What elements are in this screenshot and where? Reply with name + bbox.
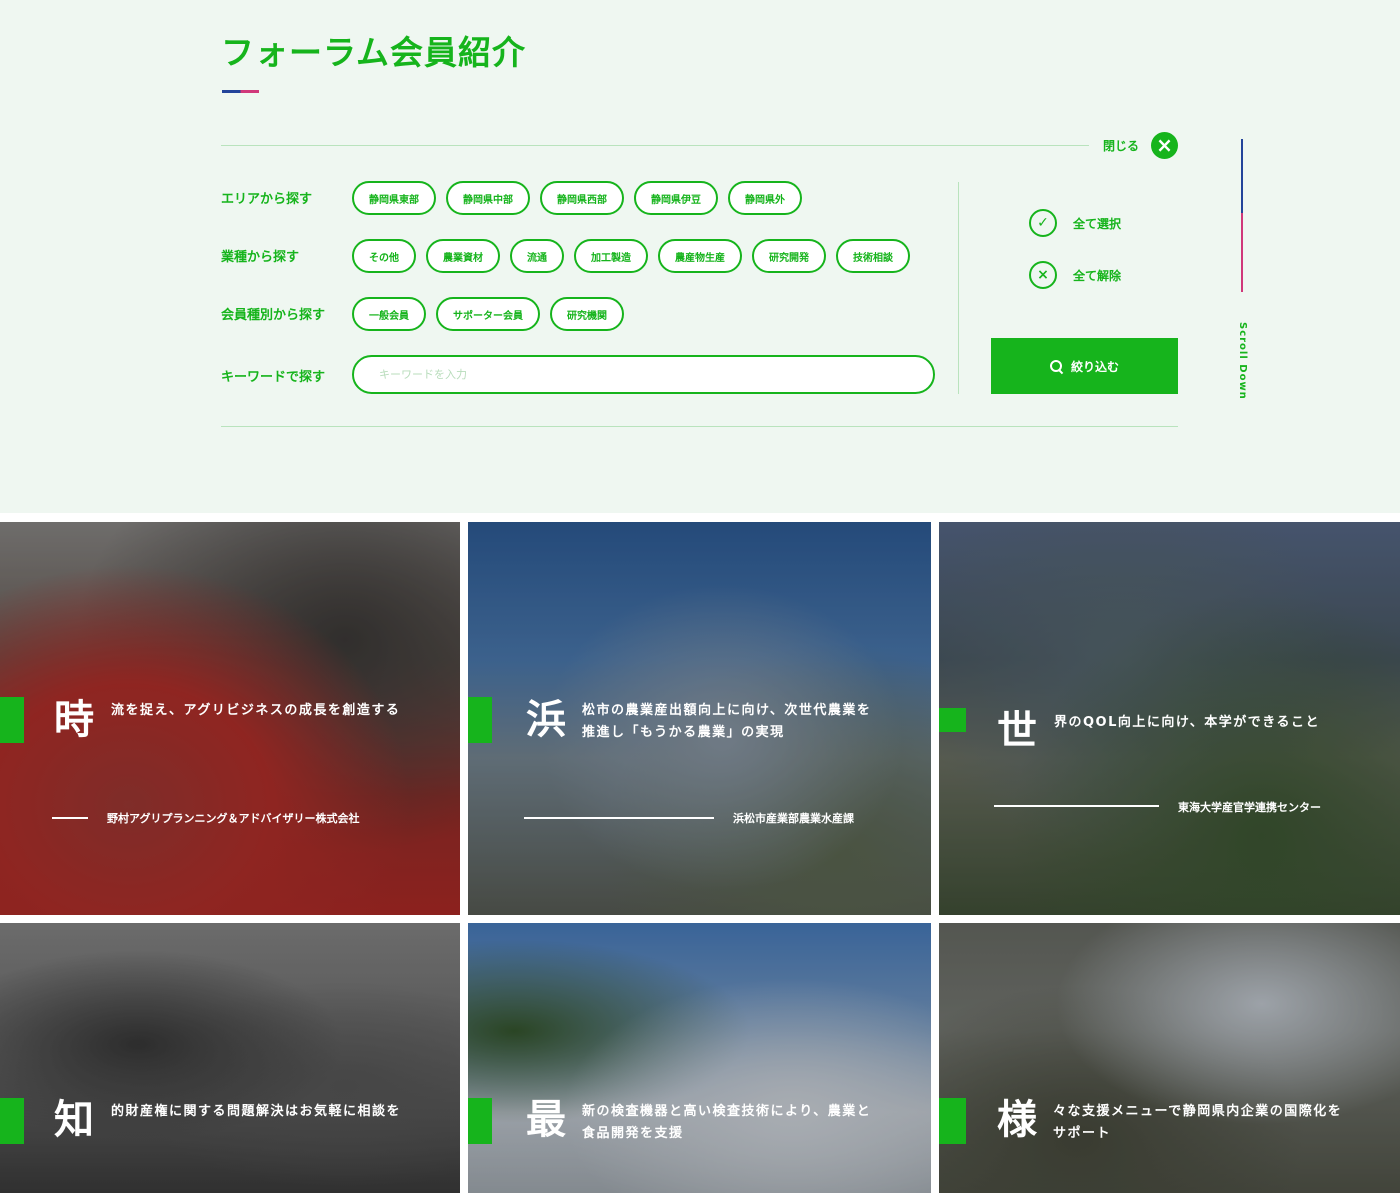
industry-filter-chips: その他 農業資材 流通 加工製造 農産物生産 研究開発 技術相談: [352, 239, 910, 273]
scroll-indicator-line-pink: [1241, 213, 1243, 292]
card-org-line: [994, 805, 1159, 807]
industry-filter-label: 業種から探す: [221, 250, 300, 265]
card-accent-bar: [468, 1098, 492, 1144]
clear-all-button[interactable]: × 全て解除: [1029, 261, 1121, 289]
chip-industry-research[interactable]: 研究開発: [752, 239, 826, 273]
area-filter-chips: 静岡県東部 静岡県中部 静岡県西部 静岡県伊豆 静岡県外: [352, 181, 802, 215]
filter-bottom-rule: [221, 426, 1178, 427]
card-catchphrase: 流を捉え、アグリビジネスの成長を創造する: [111, 703, 401, 718]
card-initial: 浜: [526, 697, 566, 743]
filter-top-rule: [221, 145, 1089, 146]
chip-area-east[interactable]: 静岡県東部: [352, 181, 436, 215]
clear-all-label: 全て解除: [1073, 268, 1122, 283]
card-catchphrase: 界のQOL向上に向け、本学ができること: [1054, 715, 1320, 730]
keyword-filter-label: キーワードで探す: [221, 370, 326, 385]
close-icon[interactable]: ×: [1151, 132, 1178, 159]
card-initial: 様: [997, 1097, 1037, 1143]
card-org-line: [52, 817, 88, 819]
chip-industry-production[interactable]: 農産物生産: [658, 239, 742, 273]
card-catchphrase: 松市の農業産出額向上に向け、次世代農業を推進し「もうかる農業」の実現: [582, 703, 872, 740]
chip-area-izu[interactable]: 静岡県伊豆: [634, 181, 718, 215]
chip-industry-consulting[interactable]: 技術相談: [836, 239, 910, 273]
card-organization: 東海大学産官学連携センター: [1178, 801, 1321, 814]
page-title: フォーラム会員紹介: [221, 33, 527, 72]
chip-industry-other[interactable]: その他: [352, 239, 416, 273]
member-filter-section: フォーラム会員紹介 閉じる × エリアから探す 静岡県東部 静岡県中部 静岡県西…: [0, 0, 1400, 513]
card-accent-bar: [939, 708, 966, 732]
filter-submit-button[interactable]: 絞り込む: [991, 338, 1178, 394]
chip-area-outside[interactable]: 静岡県外: [728, 181, 802, 215]
card-accent-bar: [468, 697, 492, 743]
chip-member-supporter[interactable]: サポーター会員: [436, 297, 540, 331]
area-filter-label: エリアから探す: [221, 192, 313, 207]
chip-industry-distribution[interactable]: 流通: [510, 239, 564, 273]
member-card[interactable]: 時 流を捉え、アグリビジネスの成長を創造する 野村アグリプランニング＆アドバイザ…: [0, 522, 460, 915]
card-catchphrase: 々な支援メニューで静岡県内企業の国際化をサポート: [1053, 1104, 1343, 1141]
close-label[interactable]: 閉じる: [1103, 137, 1139, 154]
chip-industry-processing[interactable]: 加工製造: [574, 239, 648, 273]
member-type-filter-label: 会員種別から探す: [221, 308, 326, 323]
chip-industry-materials[interactable]: 農業資材: [426, 239, 500, 273]
select-all-button[interactable]: ✓ 全て選択: [1029, 209, 1121, 237]
card-initial: 最: [526, 1097, 566, 1143]
filter-submit-label: 絞り込む: [1070, 359, 1119, 374]
card-organization: 野村アグリプランニング＆アドバイザリー株式会社: [107, 812, 360, 825]
member-card[interactable]: 知 的財産権に関する問題解決はお気軽に相談を: [0, 923, 460, 1193]
card-accent-bar: [0, 697, 24, 743]
check-icon: ✓: [1029, 209, 1057, 237]
card-organization: 浜松市産業部農業水産課: [733, 812, 854, 825]
search-icon: [1049, 359, 1063, 373]
member-card[interactable]: 最 新の検査機器と高い検査技術により、農業と食品開発を支援: [468, 923, 931, 1193]
scroll-indicator-line-blue: [1241, 139, 1243, 213]
member-type-filter-chips: 一般会員 サポーター会員 研究機関: [352, 297, 624, 331]
x-icon: ×: [1029, 261, 1057, 289]
card-org-line: [524, 817, 714, 819]
member-card[interactable]: 世 界のQOL向上に向け、本学ができること 東海大学産官学連携センター: [939, 522, 1400, 915]
scroll-down-label: Scroll Down: [1237, 322, 1248, 400]
card-catchphrase: 新の検査機器と高い検査技術により、農業と食品開発を支援: [582, 1104, 872, 1141]
chip-member-institution[interactable]: 研究機関: [550, 297, 624, 331]
card-accent-bar: [939, 1098, 966, 1144]
card-catchphrase: 的財産権に関する問題解決はお気軽に相談を: [111, 1104, 402, 1119]
card-initial: 知: [54, 1097, 94, 1143]
member-card[interactable]: 様 々な支援メニューで静岡県内企業の国際化をサポート: [939, 923, 1400, 1193]
chip-area-west[interactable]: 静岡県西部: [540, 181, 624, 215]
filter-vertical-divider: [958, 182, 959, 394]
title-underline: [222, 90, 259, 93]
select-all-label: 全て選択: [1073, 216, 1122, 231]
member-card[interactable]: 浜 松市の農業産出額向上に向け、次世代農業を推進し「もうかる農業」の実現 浜松市…: [468, 522, 931, 915]
chip-member-general[interactable]: 一般会員: [352, 297, 426, 331]
keyword-input[interactable]: [352, 355, 935, 394]
chip-area-central[interactable]: 静岡県中部: [446, 181, 530, 215]
card-accent-bar: [0, 1098, 24, 1144]
card-initial: 時: [54, 697, 94, 743]
card-initial: 世: [997, 708, 1037, 754]
